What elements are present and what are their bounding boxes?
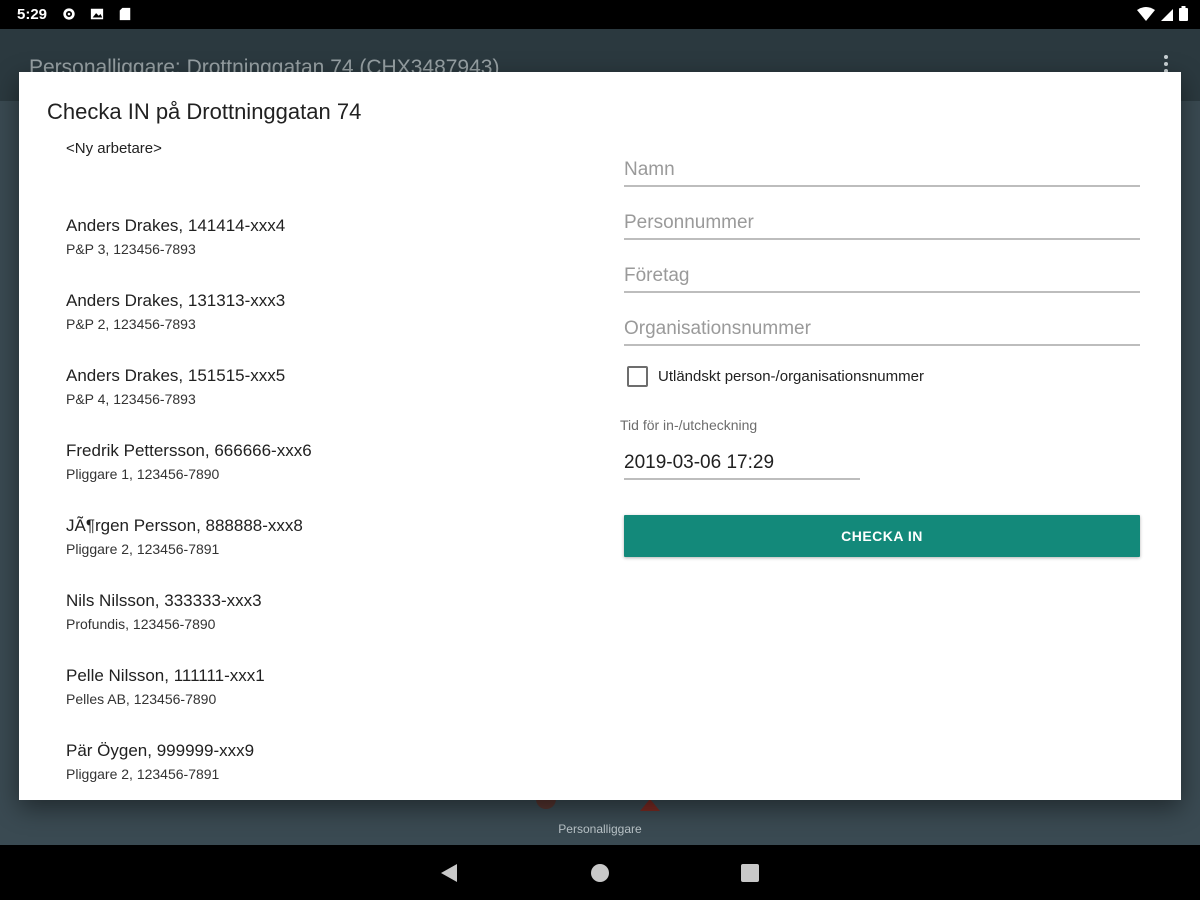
worker-list-item[interactable]: Fredrik Pettersson, 666666-xxx6 Pliggare …	[66, 440, 566, 515]
back-icon[interactable]	[440, 863, 458, 883]
worker-company: Pliggare 1, 123456-7890	[66, 466, 220, 482]
checkin-dialog: Checka IN på Drottninggatan 74 <Ny arbet…	[19, 72, 1181, 800]
checkin-button[interactable]: CHECKA IN	[624, 515, 1140, 557]
system-nav-bar	[0, 845, 1200, 900]
bottom-nav-warning-icon[interactable]	[640, 799, 660, 811]
name-field[interactable]	[624, 159, 1140, 181]
sd-card-icon	[119, 7, 131, 21]
home-icon[interactable]	[591, 864, 609, 882]
foreign-checkbox[interactable]	[627, 365, 648, 387]
worker-list-item[interactable]: Pär Öygen, 999999-xxx9 Pliggare 2, 123456…	[66, 740, 566, 815]
worker-name: Pär Öygen, 999999-xxx9	[66, 741, 255, 760]
bottom-nav-label[interactable]: Personalliggare	[0, 822, 1200, 836]
orgnr-field-wrapper	[624, 293, 1140, 346]
time-label: Tid för in-/utcheckning	[620, 417, 758, 433]
worker-name: Anders Drakes, 141414-xxx4	[66, 216, 286, 235]
status-notification-icons	[62, 6, 132, 22]
worker-name: Anders Drakes, 131313-xxx3	[66, 291, 286, 310]
worker-list: <Ny arbetare> Anders Drakes, 141414-xxx4…	[66, 140, 566, 815]
worker-company: P&P 3, 123456-7893	[66, 241, 196, 257]
worker-list-item[interactable]: Pelle Nilsson, 111111-xxx1 Pelles AB, 123…	[66, 665, 566, 740]
worker-name: Nils Nilsson, 333333-xxx3	[66, 591, 262, 610]
dialog-title: Checka IN på Drottninggatan 74	[47, 99, 362, 124]
name-field-wrapper	[624, 152, 1140, 187]
worker-list-item[interactable]: Nils Nilsson, 333333-xxx3 Profundis, 1234…	[66, 590, 566, 665]
company-field-wrapper	[624, 240, 1140, 293]
worker-name: Fredrik Pettersson, 666666-xxx6	[66, 441, 312, 460]
signal-icon	[1161, 8, 1173, 21]
battery-icon	[1179, 6, 1188, 21]
worker-name: JÃ¶rgen Persson, 888888-xxx8	[66, 516, 303, 535]
worker-list-item[interactable]: Anders Drakes, 141414-xxx4 P&P 3, 123456-…	[66, 215, 566, 290]
worker-company: Profundis, 123456-7890	[66, 616, 216, 632]
personnummer-field-wrapper	[624, 187, 1140, 240]
worker-company: P&P 4, 123456-7893	[66, 391, 196, 407]
foreign-checkbox-row[interactable]: Utländskt person-/organisationsnummer	[624, 364, 1140, 388]
recents-icon[interactable]	[741, 864, 759, 882]
worker-list-item[interactable]: Anders Drakes, 131313-xxx3 P&P 2, 123456-…	[66, 290, 566, 365]
status-time: 5:29	[17, 6, 48, 23]
gear-icon	[63, 8, 75, 20]
worker-name: Anders Drakes, 151515-xxx5	[66, 366, 286, 385]
orgnr-field[interactable]	[624, 318, 1140, 340]
worker-list-item[interactable]: Anders Drakes, 151515-xxx5 P&P 4, 123456-…	[66, 365, 566, 440]
wifi-icon	[1137, 6, 1155, 21]
new-worker-item[interactable]: <Ny arbetare>	[66, 140, 566, 215]
status-bar: 5:29	[0, 0, 1200, 29]
worker-company: Pliggare 2, 123456-7891	[66, 541, 220, 557]
status-system-icons	[1137, 6, 1188, 21]
photo-icon	[90, 8, 104, 20]
foreign-checkbox-label[interactable]: Utländskt person-/organisationsnummer	[658, 368, 924, 385]
time-field[interactable]: 2019-03-06 17:29	[624, 440, 860, 480]
time-value[interactable]: 2019-03-06 17:29	[624, 452, 774, 474]
company-field[interactable]	[624, 265, 1140, 287]
checkin-form: Utländskt person-/organisationsnummer Ti…	[620, 152, 1140, 557]
worker-name: Pelle Nilsson, 111111-xxx1	[66, 666, 265, 685]
worker-company: P&P 2, 123456-7893	[66, 316, 196, 332]
personnummer-field[interactable]	[624, 212, 1140, 234]
worker-list-item[interactable]: JÃ¶rgen Persson, 888888-xxx8 Pliggare 2, …	[66, 515, 566, 590]
worker-company: Pliggare 2, 123456-7891	[66, 766, 220, 782]
worker-company: Pelles AB, 123456-7890	[66, 691, 217, 707]
